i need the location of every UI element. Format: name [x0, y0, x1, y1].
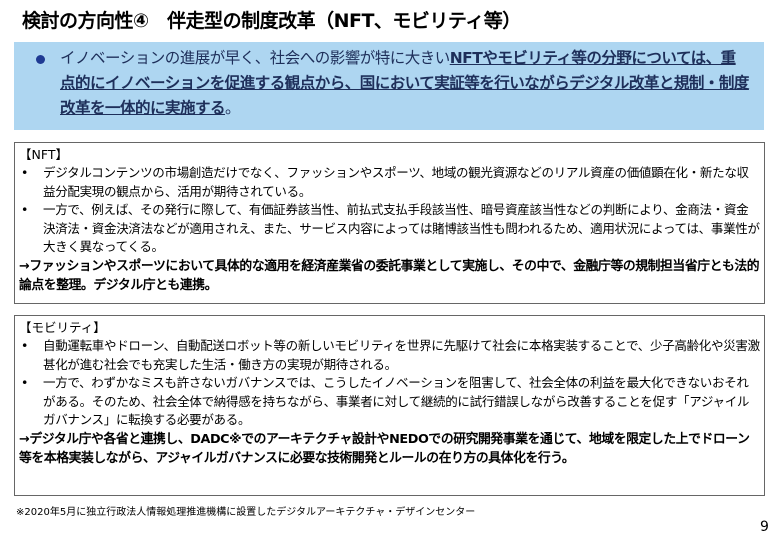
bullet-icon: • — [21, 338, 29, 353]
nft-heading: 【NFT】 — [19, 147, 68, 162]
summary-lead: イノベーションの進展が早く、社会への影響が特に大きい — [60, 49, 450, 67]
summary-text: イノベーションの進展が早く、社会への影響が特に大きいNFTやモビリティ等の分野に… — [60, 46, 750, 121]
footnote: ※2020年5月に独立行政法人情報処理推進機構に設置したデジタルアーキテクチャ・… — [16, 507, 476, 518]
bullet-icon: • — [21, 375, 29, 390]
list-item: • 一方で、例えば、その発行に際して、有価証券該当性、前払式支払手段該当性、暗号… — [15, 201, 764, 257]
nft-section: 【NFT】 • デジタルコンテンツの市場創造だけでなく、ファッションやスポーツ、… — [14, 142, 765, 304]
summary-tail: 。 — [225, 99, 241, 117]
list-item: • 一方で、わずかなミスも許さないガバナンスでは、こうしたイノベーションを阻害し… — [15, 374, 764, 430]
nft-item-1: デジタルコンテンツの市場創造だけでなく、ファッションやスポーツ、地域の観光資源な… — [43, 165, 749, 199]
page-number: 9 — [760, 519, 769, 535]
summary-banner: イノベーションの進展が早く、社会への影響が特に大きいNFTやモビリティ等の分野に… — [14, 42, 764, 130]
nft-conclusion: →ファッションやスポーツにおいて具体的な適用を経済産業省の委託事業として実施し、… — [19, 258, 760, 293]
nft-item-2: 一方で、例えば、その発行に際して、有価証券該当性、前払式支払手段該当性、暗号資産… — [43, 202, 760, 254]
mobility-item-1: 自動運転車やドローン、自動配送ロボット等の新しいモビリティを世界に先駆けて社会に… — [43, 338, 760, 372]
mobility-item-2: 一方で、わずかなミスも許さないガバナンスでは、こうしたイノベーションを阻害して、… — [43, 375, 750, 427]
bullet-icon: • — [21, 165, 29, 180]
mobility-section: 【モビリティ】 • 自動運転車やドローン、自動配送ロボット等の新しいモビリティを… — [14, 315, 765, 496]
list-item: • 自動運転車やドローン、自動配送ロボット等の新しいモビリティを世界に先駆けて社… — [15, 337, 764, 374]
list-item: • デジタルコンテンツの市場創造だけでなく、ファッションやスポーツ、地域の観光資… — [15, 164, 764, 201]
bullet-dot-icon — [36, 55, 45, 64]
mobility-conclusion: →デジタル庁や各省と連携し、DADC※でのアーキテクチャ設計やNEDOでの研究開… — [19, 431, 750, 466]
page-title: 検討の方向性④ 伴走型の制度改革（NFT、モビリティ等） — [22, 10, 521, 32]
bullet-icon: • — [21, 202, 29, 217]
mobility-heading: 【モビリティ】 — [19, 320, 106, 335]
